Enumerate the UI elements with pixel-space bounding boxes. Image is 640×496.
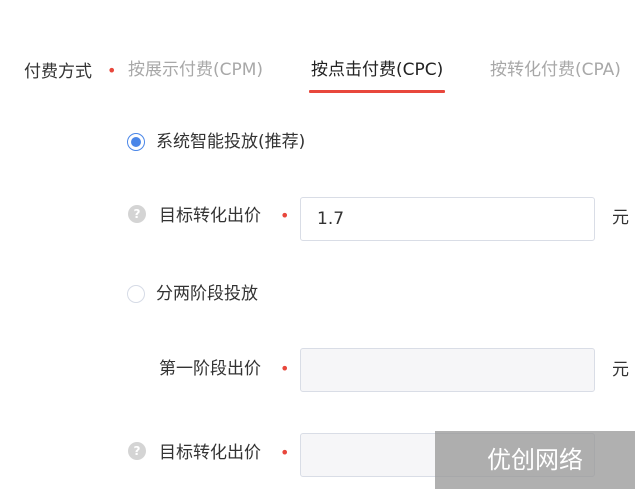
tab-cpc[interactable]: 按点击付费(CPC) [309, 57, 446, 93]
required-marker: • [280, 443, 290, 462]
required-marker: • [107, 61, 117, 80]
tab-cpm-label: 按展示付费(CPM) [128, 60, 264, 80]
required-marker: • [280, 359, 290, 378]
target-bid-unit: 元 [612, 208, 629, 228]
help-icon[interactable]: ? [128, 205, 146, 223]
tab-cpm[interactable]: 按展示付费(CPM) [128, 57, 263, 83]
active-tab-underline [309, 90, 446, 93]
target-bid-label: 目标转化出价 [159, 206, 261, 226]
two-stage-label: 分两阶段投放 [156, 284, 258, 304]
stage1-bid-input[interactable] [300, 348, 595, 392]
target-bid-input[interactable]: 1.7 [300, 197, 595, 241]
smart-delivery-radio[interactable] [127, 133, 145, 151]
smart-delivery-label: 系统智能投放(推荐) [156, 132, 306, 152]
help-icon[interactable]: ? [128, 442, 146, 460]
watermark-overlay: 优创网络 [435, 431, 635, 489]
required-marker: • [280, 206, 290, 225]
stage1-bid-label: 第一阶段出价 [159, 359, 261, 379]
two-stage-radio[interactable] [127, 285, 145, 303]
target-bid-label-2: 目标转化出价 [159, 443, 261, 463]
tab-cpa-label: 按转化付费(CPA) [490, 60, 621, 80]
tab-cpa[interactable]: 按转化付费(CPA) [490, 57, 621, 83]
payment-method-label: 付费方式 [24, 62, 92, 82]
tab-cpc-label: 按点击付费(CPC) [311, 60, 444, 80]
stage1-bid-unit: 元 [612, 360, 629, 380]
